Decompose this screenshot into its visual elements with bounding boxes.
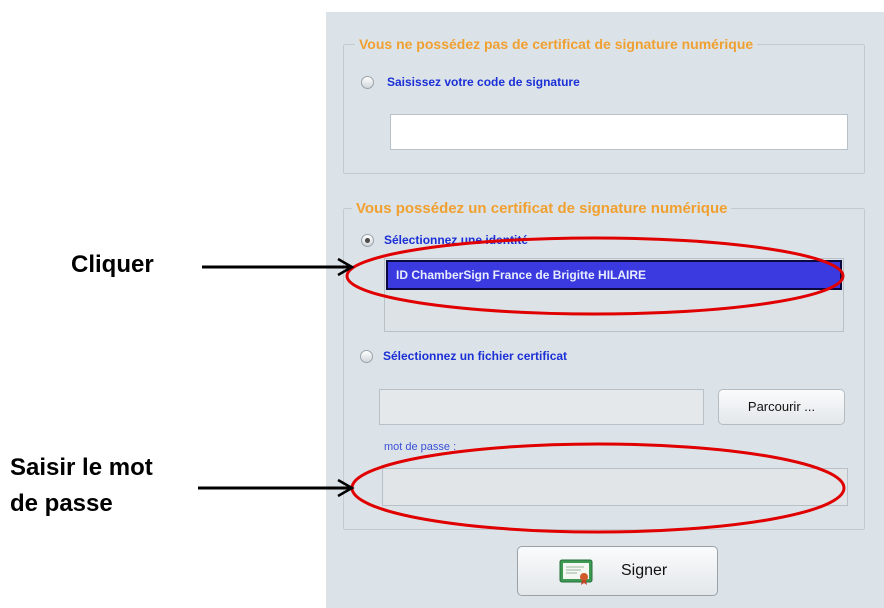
radio-select-file[interactable] — [360, 350, 373, 363]
radio-select-file-label[interactable]: Sélectionnez un fichier certificat — [383, 349, 567, 363]
annotation-password-line1: Saisir le mot — [10, 454, 153, 481]
certificate-file-input[interactable] — [379, 389, 704, 425]
password-label: mot de passe : — [384, 441, 457, 453]
sign-button[interactable]: Signer — [517, 546, 718, 596]
password-input[interactable] — [382, 468, 848, 506]
annotation-password-line2: de passe — [10, 490, 113, 517]
radio-select-identity-label[interactable]: Sélectionnez une identité — [384, 233, 528, 247]
no-certificate-legend: Vous ne possédez pas de certificat de si… — [355, 36, 758, 52]
sign-button-label: Signer — [621, 562, 668, 579]
identity-list-item-selected[interactable]: ID ChamberSign France de Brigitte HILAIR… — [386, 260, 842, 290]
annotation-click-label: Cliquer — [71, 251, 154, 278]
radio-select-identity[interactable] — [361, 234, 374, 247]
annotation-password-label: Saisir le mot de passe — [10, 450, 153, 522]
certificate-icon — [559, 559, 593, 585]
browse-button[interactable]: Parcourir ... — [718, 389, 845, 425]
no-certificate-fieldset — [343, 44, 865, 174]
signature-code-input[interactable] — [390, 114, 848, 150]
radio-signature-code[interactable] — [361, 76, 374, 89]
radio-signature-code-label[interactable]: Saisissez votre code de signature — [387, 75, 580, 89]
certificate-legend: Vous possédez un certificat de signature… — [352, 200, 732, 217]
